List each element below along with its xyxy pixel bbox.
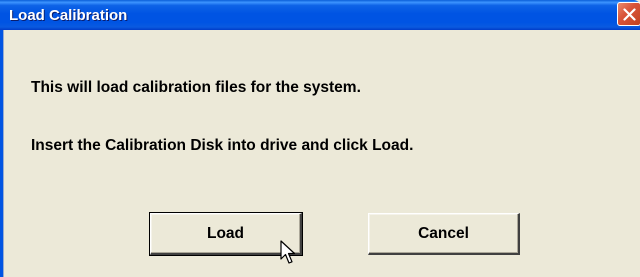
message-line-1: This will load calibration files for the…: [31, 79, 361, 96]
cancel-button[interactable]: Cancel: [368, 213, 520, 255]
close-icon: [623, 8, 636, 21]
close-button[interactable]: [617, 2, 640, 26]
title-bar[interactable]: Load Calibration: [0, 0, 640, 30]
window-title: Load Calibration: [9, 7, 128, 24]
mouse-pointer-icon: [280, 240, 296, 271]
load-calibration-dialog: Load Calibration This will load calibrat…: [0, 0, 640, 277]
message-line-2: Insert the Calibration Disk into drive a…: [31, 137, 414, 154]
window-frame-left: [0, 30, 4, 277]
